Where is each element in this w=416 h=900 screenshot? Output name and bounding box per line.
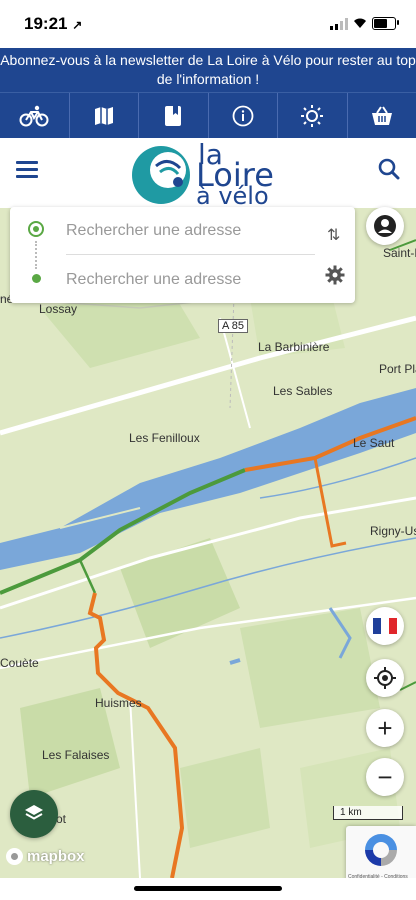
shop-button[interactable]: [348, 93, 416, 138]
route-search-panel: Rechercher une adresse Rechercher une ad…: [10, 207, 355, 303]
newsletter-banner[interactable]: Abonnez-vous à la newsletter de La Loire…: [0, 48, 416, 92]
site-logo[interactable]: la Loire à vélo: [130, 138, 290, 210]
user-account-icon: [374, 215, 396, 237]
logo-line3: à vélo: [196, 182, 269, 210]
place-fenilloux: Les Fenilloux: [129, 431, 200, 445]
place-saint: Saint-R: [383, 246, 416, 260]
status-bar: 19:21 ↗: [0, 0, 416, 48]
place-lossay: Lossay: [39, 302, 78, 316]
cellular-signal-icon: [330, 18, 348, 30]
place-barbiniere: La Barbinière: [258, 340, 330, 354]
site-header: la Loire à vélo: [0, 138, 416, 210]
guide-button[interactable]: [139, 93, 209, 138]
from-address-input[interactable]: Rechercher une adresse: [66, 222, 241, 240]
home-indicator[interactable]: [134, 886, 282, 891]
location-arrow-icon: ↗: [72, 18, 83, 32]
place-coueste: Couète: [0, 656, 39, 670]
layers-icon: [25, 805, 43, 820]
to-address-input[interactable]: Rechercher une adresse: [66, 271, 241, 289]
recaptcha-badge[interactable]: Confidentialité - Conditions: [346, 826, 416, 886]
gear-icon[interactable]: [325, 265, 345, 285]
place-huismes: Huismes: [95, 696, 142, 710]
recaptcha-icon: [365, 834, 397, 866]
info-button[interactable]: [209, 93, 278, 138]
crosshair-location-icon: [374, 667, 396, 689]
zoom-in-button[interactable]: +: [366, 709, 404, 747]
place-saut: Le Saut: [353, 436, 395, 450]
start-point-icon: [28, 221, 44, 237]
basket-icon: [371, 105, 392, 125]
place-falaises: Les Falaises: [42, 748, 110, 762]
search-icon[interactable]: [378, 158, 400, 180]
road-label-a85: A 85: [218, 319, 249, 333]
end-point-icon: [32, 274, 41, 283]
map-view[interactable]: A 85 Saint-R né Lossay La Barbinière Por…: [0, 208, 416, 878]
place-sables: Les Sables: [273, 384, 333, 398]
wifi-icon: [354, 18, 366, 28]
map-button[interactable]: [70, 93, 139, 138]
account-button[interactable]: [366, 207, 404, 245]
map-icon: [94, 106, 113, 125]
fr-flag-icon: [373, 618, 397, 634]
mapbox-logo-icon: [6, 848, 23, 865]
map-scale: 1 km: [333, 806, 403, 820]
bicycle-button[interactable]: [0, 93, 70, 138]
place-port: Port Pla: [379, 362, 416, 376]
bicycle-icon: [19, 105, 49, 126]
battery-icon: [372, 17, 396, 30]
swap-arrows-icon[interactable]: ⇅: [327, 225, 340, 245]
locate-me-button[interactable]: [366, 659, 404, 697]
top-toolbar: [0, 92, 416, 138]
info-icon: [232, 105, 254, 126]
bookmark-book-icon: [165, 105, 182, 126]
zoom-out-button[interactable]: −: [366, 758, 404, 796]
weather-button[interactable]: [278, 93, 348, 138]
status-time: 19:21 ↗: [24, 14, 83, 33]
sun-icon: [301, 104, 324, 127]
map-layers-button[interactable]: [10, 790, 58, 838]
hamburger-menu-icon[interactable]: [16, 161, 38, 179]
mapbox-attribution[interactable]: mapbox: [6, 848, 85, 865]
language-button[interactable]: [366, 607, 404, 645]
place-rigny: Rigny-Us: [370, 524, 416, 538]
